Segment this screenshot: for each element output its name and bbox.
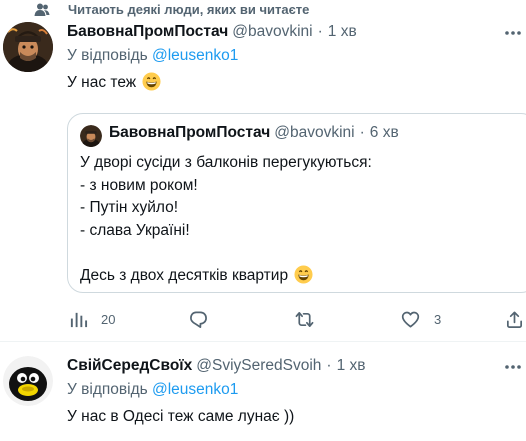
people-icon	[24, 2, 50, 18]
tweet-text: У нас в Одесі теж саме лунає ))	[67, 408, 295, 425]
quoted-tweet[interactable]: БавовнаПромПостач @bavovkini · 6 хв У дв…	[67, 113, 526, 293]
reply-icon	[190, 311, 207, 328]
separator-dot: ·	[326, 357, 332, 374]
retweet-button[interactable]	[295, 305, 327, 333]
grinning-emoji-icon	[142, 72, 161, 91]
views-count: 20	[101, 311, 116, 327]
quote-header: БавовнаПромПостач @bavovkini · 6 хв	[109, 124, 399, 142]
views-button[interactable]: 20	[69, 305, 115, 333]
quote-handle: @bavovkini	[274, 124, 355, 141]
reply-mention-link[interactable]: @leusenko1	[152, 381, 238, 398]
quote-text: У дворі сусіди з балконів перегукуються:…	[80, 152, 524, 287]
avatar[interactable]	[3, 356, 53, 406]
quote-timestamp: 6 хв	[369, 124, 399, 141]
reply-to: У відповідь @leusenko1	[67, 47, 526, 69]
reply-mention-link[interactable]: @leusenko1	[152, 47, 238, 64]
more-icon	[505, 365, 521, 369]
display-name[interactable]: СвійСередСвоїх	[67, 357, 192, 375]
tweet-header: БавовнаПромПостач @bavovkini · 1 хв	[67, 23, 526, 45]
avatar[interactable]	[3, 22, 53, 72]
display-name[interactable]: БавовнаПромПостач	[67, 23, 228, 41]
timestamp[interactable]: 1 хв	[328, 23, 357, 41]
like-button[interactable]: 3	[401, 305, 441, 333]
tweet-actions: 20 3	[67, 305, 526, 333]
analytics-icon	[70, 312, 88, 327]
quote-line: - слава Україні!	[80, 221, 190, 239]
quote-line: - Путін хуйло!	[80, 199, 179, 216]
reply-prefix: У відповідь	[67, 381, 152, 398]
tweet-body: СвійСередСвоїх @SviySeredSvoih · 1 хв У …	[67, 357, 526, 428]
retweet-icon	[295, 311, 314, 327]
timestamp[interactable]: 1 хв	[337, 357, 366, 375]
quote-line: - з новим роком!	[80, 176, 198, 194]
quote-display-name: БавовнаПромПостач	[109, 124, 271, 141]
more-icon	[505, 31, 521, 35]
more-options-button[interactable]	[500, 356, 526, 378]
tweet-text: У нас теж	[67, 72, 526, 94]
quote-avatar[interactable]	[80, 125, 102, 147]
quote-line: У дворі сусіди з балконів перегукуються:	[80, 154, 372, 171]
grinning-emoji-icon	[294, 264, 313, 284]
tweet-text-content: У нас теж	[67, 74, 137, 91]
likes-count: 3	[434, 311, 442, 327]
reply-button[interactable]	[189, 305, 208, 333]
tweet-divider	[0, 341, 526, 342]
separator-dot: ·	[359, 124, 365, 141]
share-icon	[506, 311, 523, 328]
reply-to: У відповідь @leusenko1	[67, 381, 526, 403]
handle[interactable]: @SviySeredSvoih	[196, 357, 321, 375]
social-context-text: Читають деякі люди, яких ви читаєте	[68, 2, 310, 17]
quote-line: Десь з двох десятків квартир	[80, 266, 289, 284]
tweet-body: БавовнаПромПостач @bavovkini · 1 хв У ві…	[67, 23, 526, 94]
reply-prefix: У відповідь	[67, 47, 152, 64]
quote-last-line: Десь з двох десятків квартир	[80, 264, 524, 288]
share-button[interactable]	[505, 305, 524, 333]
heart-icon	[401, 311, 420, 327]
tweet-header: СвійСередСвоїх @SviySeredSvoih · 1 хв	[67, 357, 526, 379]
social-context: Читають деякі люди, яких ви читаєте	[24, 0, 309, 20]
quote-line	[80, 242, 524, 265]
separator-dot: ·	[317, 23, 323, 40]
more-options-button[interactable]	[500, 22, 526, 44]
handle[interactable]: @bavovkini	[232, 23, 312, 41]
